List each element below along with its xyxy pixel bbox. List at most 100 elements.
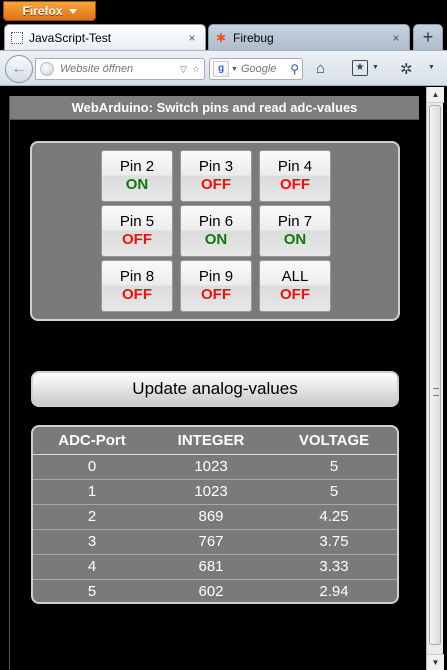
firefox-menu-button[interactable]: Firefox — [3, 1, 96, 21]
adc-values-table: ADC-Port INTEGER VOLTAGE 0 1023 5 1 1023… — [33, 427, 397, 602]
chevron-down-icon[interactable]: ▼ — [372, 64, 379, 71]
table-cell: 602 — [198, 583, 224, 601]
table-row: 4 681 3.33 — [33, 554, 397, 580]
pin-button-6[interactable]: Pin 6 ON — [180, 205, 252, 257]
pin-button-7[interactable]: Pin 7 ON — [259, 205, 331, 257]
pin-label: Pin 3 — [198, 158, 234, 175]
content-area: WebArduino: Switch pins and read adc-val… — [0, 87, 447, 670]
pin-label: Pin 2 — [119, 158, 155, 175]
pin-grid: Pin 2 ON Pin 3 OFF Pin 4 OFF Pin 5 OFF P… — [101, 150, 331, 312]
tab-firebug[interactable]: ✱ Firebug × — [208, 24, 410, 50]
table-cell: 3 — [33, 529, 151, 555]
table-row: 0 1023 5 — [33, 454, 397, 480]
reload-icon[interactable]: ☆ — [192, 64, 200, 75]
table-cell: 681 — [151, 554, 271, 580]
table-header-row: ADC-Port INTEGER VOLTAGE — [33, 427, 397, 455]
firefox-menu-label: Firefox — [22, 4, 63, 18]
pin-state: OFF — [280, 286, 310, 303]
table-cell: 5 — [271, 479, 397, 505]
url-input[interactable] — [60, 63, 160, 75]
column-header: VOLTAGE — [271, 427, 397, 455]
table-cell: 5 — [271, 454, 397, 480]
url-bar-controls: ▽ ☆ — [180, 64, 200, 75]
new-tab-button[interactable]: + — [413, 24, 443, 50]
search-bar[interactable]: g ▼ ⚲ — [209, 58, 303, 80]
pin-button-5[interactable]: Pin 5 OFF — [101, 205, 173, 257]
scroll-up-icon[interactable]: ▲ — [427, 87, 444, 103]
pin-panel: Pin 2 ON Pin 3 OFF Pin 4 OFF Pin 5 OFF P… — [30, 141, 400, 321]
chevron-down-icon — [68, 8, 77, 14]
table-cell: 3.33 — [271, 554, 397, 580]
back-arrow-icon: ← — [11, 60, 27, 77]
pin-button-all[interactable]: ALL OFF — [259, 260, 331, 312]
google-icon[interactable]: g — [213, 61, 229, 77]
globe-icon — [40, 62, 54, 76]
page-title: WebArduino: Switch pins and read adc-val… — [10, 96, 419, 120]
grip-icon — [433, 388, 439, 396]
table-row: 3 767 3.75 — [33, 529, 397, 555]
chevron-down-icon[interactable]: ▼ — [428, 64, 435, 71]
pin-label: Pin 6 — [198, 213, 234, 230]
scrollbar-thumb[interactable] — [429, 105, 441, 645]
pin-state: ON — [283, 231, 307, 248]
table-row: 1 1023 5 — [33, 479, 397, 505]
pin-state: ON — [204, 231, 228, 248]
firebug-icon: ✱ — [215, 30, 227, 45]
column-header: ADC-Port — [33, 427, 151, 455]
pin-button-8[interactable]: Pin 8 OFF — [101, 260, 173, 312]
table-cell: 2.94 — [319, 583, 349, 601]
firebug-icon[interactable]: ✲ — [400, 60, 413, 78]
table-cell: 2 — [33, 504, 151, 530]
update-analog-values-button[interactable]: Update analog-values — [31, 371, 399, 407]
table-cell: 4.25 — [271, 504, 397, 530]
pin-state: ON — [125, 176, 149, 193]
web-page: WebArduino: Switch pins and read adc-val… — [9, 96, 419, 670]
table-cell: 1 — [33, 479, 151, 505]
table-cell: 1023 — [151, 454, 271, 480]
table-cell: 0 — [33, 454, 151, 480]
url-bar[interactable]: ▽ ☆ — [35, 58, 205, 80]
tab-javascript-test[interactable]: JavaScript-Test × — [4, 24, 206, 50]
back-button[interactable]: ← — [5, 55, 33, 83]
navigation-toolbar: ← ▽ ☆ g ▼ ⚲ ⌂ ★ ▼ ✲ ▼ — [0, 50, 447, 86]
column-header: INTEGER — [151, 427, 271, 455]
blank-page-icon — [11, 31, 23, 44]
tab-strip: JavaScript-Test × ✱ Firebug × + — [0, 24, 447, 50]
pin-state: OFF — [122, 231, 152, 248]
pin-label: Pin 8 — [119, 268, 155, 285]
vertical-scrollbar[interactable]: ▲ ▼ — [426, 87, 444, 670]
table-row: 2 869 4.25 — [33, 504, 397, 530]
tab-title: JavaScript-Test — [29, 30, 112, 45]
bookmark-icon[interactable]: ★ — [352, 60, 368, 76]
scroll-down-icon[interactable]: ▼ — [427, 654, 444, 670]
table-cell: 4 — [33, 554, 151, 580]
pin-state: OFF — [201, 286, 231, 303]
pin-state: OFF — [201, 176, 231, 193]
pin-label: ALL — [281, 268, 309, 285]
dropdown-arrow-icon[interactable]: ▽ — [180, 64, 187, 75]
pin-label: Pin 4 — [277, 158, 313, 175]
browser-window: Firefox JavaScript-Test × ✱ Firebug × + … — [0, 0, 447, 670]
pin-button-3[interactable]: Pin 3 OFF — [180, 150, 252, 202]
table-cell: 767 — [151, 529, 271, 555]
pin-label: Pin 5 — [119, 213, 155, 230]
pin-button-4[interactable]: Pin 4 OFF — [259, 150, 331, 202]
chevron-down-icon[interactable]: ▼ — [231, 66, 238, 73]
search-input[interactable] — [240, 63, 285, 75]
close-icon[interactable]: × — [389, 31, 403, 45]
tab-title: Firebug — [233, 30, 274, 45]
pin-button-2[interactable]: Pin 2 ON — [101, 150, 173, 202]
home-icon[interactable]: ⌂ — [316, 60, 325, 77]
table-cell: 3.75 — [271, 529, 397, 555]
pin-state: OFF — [122, 286, 152, 303]
table-cell: 869 — [151, 504, 271, 530]
search-icon[interactable]: ⚲ — [290, 62, 299, 76]
table-cell: 5 — [87, 583, 97, 601]
table-row: 5 602 2.94 — [33, 579, 397, 602]
close-icon[interactable]: × — [185, 31, 199, 45]
pin-label: Pin 7 — [277, 213, 313, 230]
pin-label: Pin 9 — [198, 268, 234, 285]
table-cell: 1023 — [151, 479, 271, 505]
adc-table: ADC-Port INTEGER VOLTAGE 0 1023 5 1 1023… — [31, 425, 399, 604]
pin-button-9[interactable]: Pin 9 OFF — [180, 260, 252, 312]
